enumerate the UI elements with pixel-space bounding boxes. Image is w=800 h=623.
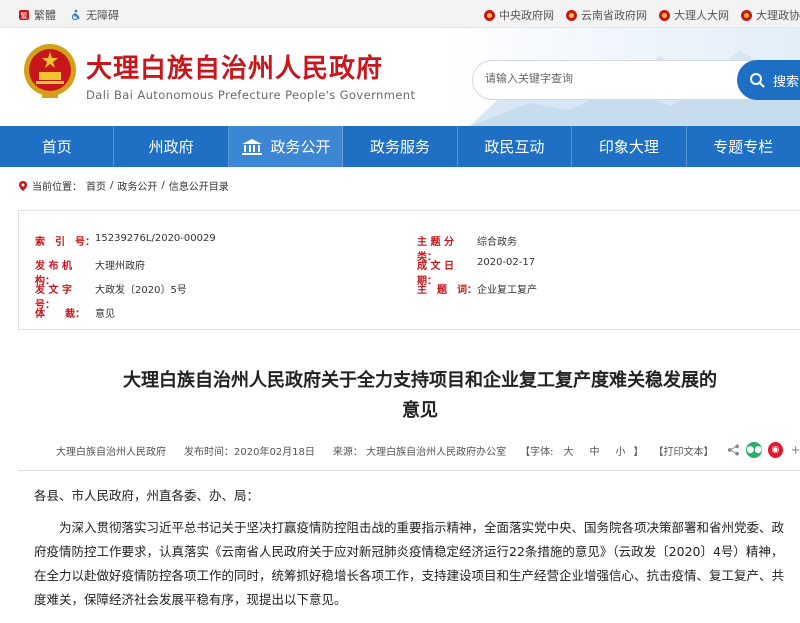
- link-yunnan-gov[interactable]: 云南省政府网: [566, 7, 647, 23]
- font-size-close: 】: [633, 446, 644, 458]
- meta-value: 15239276L/2020-00029: [95, 233, 216, 244]
- search-icon: [750, 73, 765, 88]
- meta-label: 主 题 词：: [417, 285, 477, 296]
- search-button-label: 搜索: [773, 74, 800, 90]
- article-source: 来源： 大理白族自治州人民政府办公室: [332, 446, 507, 458]
- meta-label: 索 引 号：: [35, 237, 95, 248]
- breadcrumb-prefix: 当前位置：: [32, 182, 82, 193]
- accessibility-label: 无障碍: [86, 9, 119, 22]
- traditional-label: 繁體: [34, 9, 56, 22]
- meta-index: 索 引 号： 15239276L/2020-00029: [35, 233, 216, 248]
- nav-home[interactable]: 首页: [0, 126, 115, 167]
- location-icon: [19, 180, 27, 191]
- article-paragraph: 为深入贯彻落实习近平总书记关于坚决打赢疫情防控阻击战的重要指示精神，全面落实党中…: [34, 520, 785, 607]
- government-building-icon: [241, 138, 262, 155]
- nav-prefecture-gov[interactable]: 州政府: [114, 126, 229, 167]
- wechat-icon[interactable]: ●●: [746, 442, 763, 458]
- plus-icon[interactable]: [791, 445, 800, 455]
- meta-label: 体 裁：: [35, 309, 85, 320]
- nav-interaction[interactable]: 政民互动: [458, 126, 573, 167]
- search-box: 搜索: [472, 60, 800, 100]
- search-input[interactable]: [485, 72, 735, 85]
- font-size-label: 【字体:: [520, 446, 554, 458]
- nav-label: 政务公开: [270, 138, 331, 156]
- emblem-icon: [659, 9, 670, 21]
- print-button[interactable]: 【打印文本】: [653, 443, 713, 458]
- link-central-gov[interactable]: 中央政府网: [484, 7, 554, 23]
- nav-label: 专题专栏: [713, 138, 774, 156]
- article-author: 大理白族自治州人民政府: [56, 446, 166, 458]
- svg-text:繁: 繁: [21, 11, 28, 20]
- traditional-chinese-link[interactable]: 繁 繁體: [18, 7, 56, 23]
- main-nav: 首页 州政府 政务公开 政务服务 政民互动 印象大理 专题专栏: [0, 126, 800, 167]
- link-dali-cppcc[interactable]: 大理政协: [741, 7, 800, 23]
- traditional-icon: 繁: [19, 10, 29, 20]
- meta-value: 意见: [95, 309, 115, 320]
- weibo-icon[interactable]: ◉: [768, 442, 783, 458]
- document-metadata-box: 索 引 号： 15239276L/2020-00029 主 题 分 类： 综合政务 …: [18, 210, 800, 330]
- emblem-icon: [484, 9, 495, 21]
- nav-special-topics[interactable]: 专题专栏: [687, 126, 800, 167]
- article-body: 各县、市人民政府，州直各委、办、局： 为深入贯彻落实习近平总书记关于坚决打赢疫情…: [34, 484, 794, 620]
- breadcrumb-gov-affairs[interactable]: 政务公开: [117, 178, 157, 193]
- nav-gov-services[interactable]: 政务服务: [343, 126, 458, 167]
- national-emblem-logo[interactable]: [22, 40, 78, 100]
- accessibility-link[interactable]: 无障碍: [70, 7, 119, 23]
- article-title-line: 意见: [402, 400, 438, 421]
- breadcrumb-separator: /: [110, 180, 114, 191]
- site-header: 大理白族自治州人民政府 Dali Bai Autonomous Prefectu…: [0, 28, 800, 126]
- article-title: 大理白族自治州人民政府关于全力支持项目和企业复工复产度难关稳发展的 意见: [50, 366, 790, 426]
- breadcrumb-home[interactable]: 首页: [86, 178, 106, 193]
- nav-label: 政务服务: [369, 138, 430, 156]
- emblem-icon: [741, 9, 752, 21]
- link-label: 大理政协: [756, 9, 800, 22]
- wheelchair-icon: [71, 9, 80, 21]
- divider: [18, 470, 800, 471]
- nav-impression-dali[interactable]: 印象大理: [572, 126, 687, 167]
- nav-label: 首页: [41, 138, 72, 156]
- nav-label: 政民互动: [484, 138, 545, 156]
- breadcrumb: 当前位置： 首页 / 政务公开 / 信息公开目录: [18, 178, 229, 193]
- breadcrumb-separator: /: [161, 180, 165, 191]
- link-dali-npc[interactable]: 大理人大网: [659, 7, 729, 23]
- meta-genre: 体 裁： 意见: [35, 305, 115, 320]
- link-label: 中央政府网: [499, 9, 554, 22]
- breadcrumb-catalog[interactable]: 信息公开目录: [169, 178, 229, 193]
- article-publish-time: 发布时间：2020年02月18日: [184, 446, 315, 458]
- article-info-bar: 大理白族自治州人民政府 发布时间：2020年02月18日 来源： 大理白族自治州…: [50, 442, 800, 458]
- font-medium-button[interactable]: 中: [589, 443, 599, 458]
- emblem-icon: [566, 9, 577, 21]
- article-greeting: 各县、市人民政府，州直各委、办、局：: [34, 488, 260, 503]
- nav-gov-affairs-open[interactable]: 政务公开: [228, 126, 344, 167]
- font-small-button[interactable]: 小: [615, 443, 625, 458]
- meta-value: 企业复工复产: [477, 285, 537, 296]
- site-title: 大理白族自治州人民政府: [86, 54, 384, 84]
- search-button[interactable]: 搜索: [737, 60, 800, 100]
- nav-label: 印象大理: [598, 138, 659, 156]
- link-label: 云南省政府网: [581, 9, 647, 22]
- link-label: 大理人大网: [674, 9, 729, 22]
- article-title-line: 大理白族自治州人民政府关于全力支持项目和企业复工复产度难关稳发展的: [123, 370, 717, 391]
- font-large-button[interactable]: 大: [563, 443, 573, 458]
- site-title-english: Dali Bai Autonomous Prefecture People's …: [86, 88, 416, 102]
- share-icon[interactable]: [727, 443, 740, 457]
- nav-label: 州政府: [148, 138, 194, 156]
- top-utility-bar: 繁 繁體 无障碍 中央政府网 云南省政府网 大理人大网 大理政协: [0, 0, 800, 28]
- meta-keywords: 主 题 词： 企业复工复产: [417, 281, 537, 296]
